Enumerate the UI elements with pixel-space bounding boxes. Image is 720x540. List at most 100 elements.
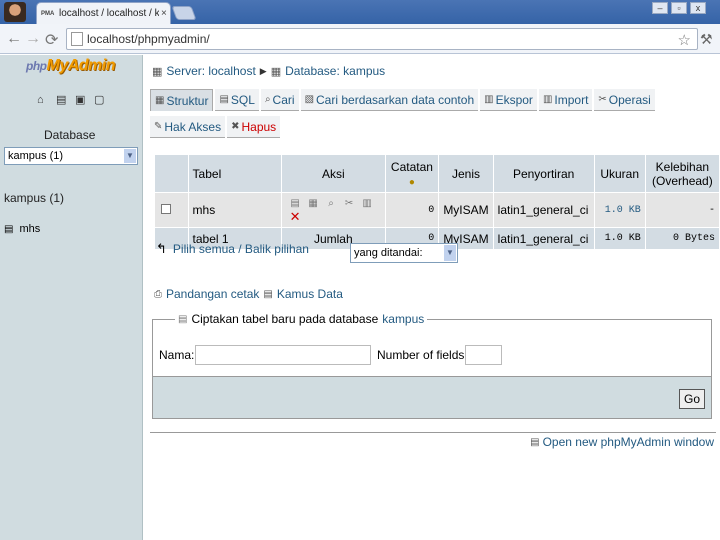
new-table-icon: ▤ xyxy=(178,313,188,325)
search-icon[interactable]: ⌕ xyxy=(322,198,340,209)
col-jenis[interactable]: Jenis xyxy=(438,154,494,193)
sum-overhead: 0 Bytes xyxy=(644,227,720,250)
col-catatan[interactable]: Catatan ● xyxy=(384,154,440,193)
tab-hapus[interactable]: ✖ Hapus xyxy=(227,116,281,138)
table-name-input[interactable] xyxy=(195,345,371,365)
database-select[interactable]: kampus (1) ▼ xyxy=(4,147,138,165)
close-window-button[interactable]: x xyxy=(690,2,706,14)
profile-avatar[interactable] xyxy=(4,2,26,22)
home-icon[interactable]: ⌂ xyxy=(37,95,48,106)
name-label: Nama: xyxy=(159,348,195,362)
with-selected-select[interactable]: yang ditandai: ▼ xyxy=(350,243,458,263)
new-tab-button[interactable] xyxy=(171,6,197,20)
tab-cari[interactable]: ⌕ Cari xyxy=(260,89,299,111)
create-table-footer: Go xyxy=(153,376,711,418)
cell-jenis: MyISAM xyxy=(438,192,494,228)
page-icon xyxy=(71,32,83,46)
main-frame: ▦ Server: localhost ▶ ▦ Database: kampus… xyxy=(144,55,720,540)
breadcrumb-separator-icon: ▶ xyxy=(259,65,267,76)
tab-operasi[interactable]: ✂ Operasi xyxy=(594,89,655,111)
with-selected-value: yang ditandai: xyxy=(354,247,423,259)
help-icon[interactable]: ▢ xyxy=(94,95,105,106)
sql-query-icon[interactable]: ▤ xyxy=(56,95,67,106)
navigation-frame: phpMyAdmin ⌂ ▤ ▣ ▢ Database kampus (1) ▼… xyxy=(0,55,143,540)
print-view-link[interactable]: Pandangan cetak xyxy=(166,287,259,301)
forward-arrow-icon[interactable]: → xyxy=(25,30,41,48)
sum-ukuran: 1.0 KB xyxy=(593,227,646,250)
arrow-ltr-icon: ↰ xyxy=(156,241,167,256)
empty-icon[interactable]: ▥ xyxy=(358,198,376,209)
check-all-row: ↰ Pilih semua / Balik pilihan xyxy=(156,241,309,257)
restore-window-button[interactable]: ▫ xyxy=(671,2,687,14)
back-arrow-icon[interactable]: ← xyxy=(6,30,22,48)
table-name[interactable]: mhs xyxy=(187,192,283,228)
sidebar-item-label: mhs xyxy=(19,223,41,235)
import-icon: ▥ xyxy=(542,94,553,105)
wrench-menu-icon[interactable]: ⚒ xyxy=(700,31,713,48)
dictionary-icon: ▤ xyxy=(263,288,273,300)
cell-catatan: 0 xyxy=(384,192,440,228)
chevron-down-icon: ▼ xyxy=(124,149,136,163)
address-toolbar: ← → ⟳ localhost/phpmyadmin/ ☆ ⚒ xyxy=(0,24,720,54)
breadcrumb-database[interactable]: Database: kampus xyxy=(285,64,385,78)
database-title[interactable]: kampus (1) xyxy=(4,191,64,205)
database-select-value: kampus (1) xyxy=(8,150,64,162)
database-icon: ▦ xyxy=(270,65,282,78)
col-ukuran[interactable]: Ukuran xyxy=(593,154,646,193)
export-icon: ▥ xyxy=(484,94,494,105)
structure-icon[interactable]: ▦ xyxy=(304,198,322,209)
privileges-icon: ✎ xyxy=(154,121,163,132)
close-tab-icon[interactable]: × xyxy=(161,8,167,19)
check-all-link[interactable]: Pilih semua / Balik pilihan xyxy=(173,242,309,256)
divider xyxy=(150,432,716,433)
new-window-icon: ▤ xyxy=(530,436,540,448)
address-bar[interactable]: localhost/phpmyadmin/ ☆ xyxy=(66,28,698,50)
num-fields-input[interactable] xyxy=(465,345,502,365)
row-checkbox[interactable] xyxy=(161,204,171,214)
browse-icon[interactable]: ▤ xyxy=(286,198,304,209)
breadcrumb: ▦ Server: localhost ▶ ▦ Database: kampus xyxy=(152,64,385,78)
insert-icon[interactable]: ✂ xyxy=(340,198,358,209)
data-dictionary-link[interactable]: Kamus Data xyxy=(277,287,343,301)
drop-icon: ✖ xyxy=(231,121,240,132)
tab-hak-akses[interactable]: ✎ Hak Akses xyxy=(150,116,226,138)
table-row: mhs ▤ ▦ ⌕ ✂ ▥ ✕ 0 MyISAM latin1_general_ci 1.… xyxy=(154,192,720,228)
cell-overhead: - xyxy=(644,192,720,228)
num-fields-label: Number of fields: xyxy=(377,348,468,362)
col-tabel[interactable]: Tabel xyxy=(187,154,283,193)
minimize-window-button[interactable]: – xyxy=(652,2,668,14)
new-window-link[interactable]: ▤ Open new phpMyAdmin window xyxy=(530,435,714,449)
create-table-fieldset: ▤ Ciptakan tabel baru pada database kamp… xyxy=(152,312,712,419)
phpmyadmin-logo[interactable]: phpMyAdmin xyxy=(26,57,115,75)
server-icon: ▦ xyxy=(152,65,163,78)
tab-struktur[interactable]: ▦ Struktur xyxy=(150,89,214,111)
chevron-down-icon: ▼ xyxy=(444,245,456,261)
tab-cari-contoh[interactable]: ▧ Cari berdasarkan data contoh xyxy=(300,89,479,111)
browser-tab[interactable]: PMA localhost / localhost / kampus × xyxy=(36,2,171,24)
col-kelebihan[interactable]: Kelebihan (Overhead) xyxy=(644,154,720,193)
documentation-icon[interactable]: ▣ xyxy=(75,95,86,106)
tab-bar-row-1: ▦ Struktur ▤ SQL ⌕ Cari ▧ Cari berdasarkan d… xyxy=(150,89,655,111)
cell-ukuran[interactable]: 1.0 KB xyxy=(593,192,646,228)
operations-icon: ✂ xyxy=(598,94,607,105)
drop-icon[interactable]: ✕ xyxy=(286,209,304,225)
col-aksi: Aksi xyxy=(281,154,386,193)
url-text: localhost/phpmyadmin/ xyxy=(87,32,210,46)
legend-db-link[interactable]: kampus xyxy=(382,312,424,326)
cell-penyortiran: latin1_general_ci xyxy=(492,192,595,228)
tab-ekspor[interactable]: ▥ Ekspor xyxy=(480,89,537,111)
tab-sql[interactable]: ▤ SQL xyxy=(215,89,259,111)
sidebar-item-mhs[interactable]: ▤ mhs xyxy=(4,223,40,235)
col-penyortiran[interactable]: Penyortiran xyxy=(492,154,595,193)
browser-tab-title: localhost / localhost / kampus xyxy=(59,8,159,19)
go-button[interactable]: Go xyxy=(679,389,705,409)
reload-icon[interactable]: ⟳ xyxy=(45,30,58,50)
info-bulb-icon: ● xyxy=(408,176,415,188)
structure-icon: ▦ xyxy=(155,95,165,106)
tab-import[interactable]: ▥ Import xyxy=(538,89,593,111)
bookmark-star-icon[interactable]: ☆ xyxy=(678,31,691,49)
table-header-row: Tabel Aksi Catatan ● Jenis Penyortiran Uk… xyxy=(154,154,720,193)
breadcrumb-server[interactable]: Server: localhost xyxy=(166,64,255,78)
create-table-legend: ▤ Ciptakan tabel baru pada database kamp… xyxy=(175,312,428,326)
table-icon: ▤ xyxy=(4,223,14,235)
